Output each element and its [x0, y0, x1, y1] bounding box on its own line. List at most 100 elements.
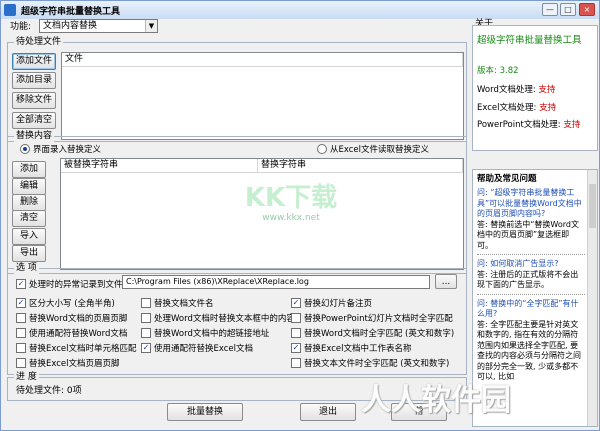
- function-select[interactable]: 文档内容替换 ▼: [39, 19, 158, 33]
- options-group: 选 项 ✓ 处理时的异常记录到文件: C:\Program Files (x86…: [7, 263, 467, 375]
- main-panel: 功能: 文档内容替换 ▼ 待处理文件 添加文件 添加目录 移除文件 全部清空 文…: [3, 19, 470, 429]
- option-ppt-whole-word[interactable]: 替换PowerPoint幻灯片文档时全字匹配: [291, 312, 453, 324]
- help-button[interactable]: 帮: [391, 403, 447, 421]
- help-scrollbar-thumb[interactable]: [589, 184, 596, 228]
- radio-selected-icon: [20, 144, 30, 154]
- browse-log-button[interactable]: ...: [435, 274, 457, 289]
- help-title: 帮助及常见问题: [477, 174, 537, 184]
- progress-group-title: 进 度: [14, 372, 39, 383]
- error-log-label: 处理时的异常记录到文件:: [29, 280, 126, 290]
- add-file-button[interactable]: 添加文件: [12, 53, 56, 70]
- help-item: 问: “超级字符串批量替换工具”可以批量替换Word文档中的页眉页脚内容吗? 答…: [477, 188, 585, 251]
- edit-rule-button[interactable]: 编辑: [12, 178, 46, 195]
- checkmark-icon: ✓: [16, 279, 26, 289]
- option-label: 替换Word文档中的超链接地址: [154, 329, 270, 339]
- add-rule-button[interactable]: 添加: [12, 161, 46, 178]
- option-slide-notes[interactable]: ✓ 替换幻灯片备注页: [291, 297, 372, 309]
- about-app-name: 超级字符串批量替换工具: [477, 35, 582, 46]
- remove-file-button[interactable]: 移除文件: [12, 92, 56, 109]
- window-title: 超级字符串批量替换工具: [21, 6, 121, 17]
- radio-excel-label: 从Excel文件读取替换定义: [330, 145, 430, 155]
- progress-group: 进 度 待处理文件: 0项: [7, 372, 467, 401]
- about-version: 版本: 3.82: [477, 66, 519, 77]
- checkbox-icon: [141, 298, 151, 308]
- radio-ui-label: 界面录入替换定义: [33, 145, 102, 155]
- option-label: 替换Excel文档中工作表名称: [304, 344, 412, 354]
- error-log-path-input[interactable]: C:\Program Files (x86)\XReplace\XReplace…: [122, 275, 430, 289]
- error-log-checkbox[interactable]: ✓ 处理时的异常记录到文件:: [16, 278, 125, 290]
- checkbox-icon: [16, 343, 26, 353]
- help-scrollbar[interactable]: [587, 170, 597, 426]
- excel-support-value: 支持: [539, 103, 557, 113]
- option-excel-header-footer[interactable]: 替换Excel文档页眉页脚: [16, 357, 120, 369]
- checkmark-icon: ✓: [141, 343, 151, 353]
- option-excel-wildcard[interactable]: ✓ 使用通配符替换Excel文档: [141, 342, 253, 354]
- files-group-title: 待处理文件: [14, 37, 64, 48]
- ppt-support-label: PowerPoint文档处理:: [477, 120, 564, 130]
- close-button[interactable]: ×: [579, 3, 595, 16]
- checkmark-icon: ✓: [291, 343, 301, 353]
- option-label: 区分大小写 (全角半角): [29, 299, 115, 309]
- checkbox-icon: [16, 313, 26, 323]
- ppt-support-value: 支持: [563, 120, 581, 130]
- chevron-down-icon[interactable]: ▼: [145, 20, 157, 32]
- checkbox-icon: [16, 358, 26, 368]
- checkbox-icon: [291, 313, 301, 323]
- export-rules-button[interactable]: 导出: [12, 245, 46, 262]
- radio-ui-definition[interactable]: 界面录入替换定义: [20, 143, 101, 155]
- title-bar[interactable]: 超级字符串批量替换工具 — □ ×: [1, 1, 599, 19]
- clear-all-button[interactable]: 全部清空: [12, 112, 56, 129]
- option-excel-sheet-name[interactable]: ✓ 替换Excel文档中工作表名称: [291, 342, 412, 354]
- help-question[interactable]: 问: 如何取消广告显示?: [477, 259, 585, 270]
- files-group: 待处理文件 添加文件 添加目录 移除文件 全部清空 文件: [7, 37, 467, 142]
- option-rename-files[interactable]: 替换文档文件名: [141, 297, 214, 309]
- search-string-column-header[interactable]: 被替换字符串: [61, 159, 258, 173]
- checkmark-icon: ✓: [16, 298, 26, 308]
- checkbox-icon: [291, 328, 301, 338]
- app-icon: [4, 4, 16, 16]
- delete-rule-button[interactable]: 删除: [12, 194, 46, 211]
- clear-rules-button[interactable]: 清空: [12, 210, 46, 227]
- option-word-header-footer[interactable]: 替换Word文档的页眉页脚: [16, 312, 127, 324]
- replace-group: 替换内容 界面录入替换定义 从Excel文件读取替换定义 添加 编辑 删除 清空…: [7, 131, 467, 274]
- pending-files-status: 待处理文件: 0项: [16, 386, 82, 396]
- option-label: 使用通配符替换Word文档: [29, 329, 128, 339]
- add-directory-button[interactable]: 添加目录: [12, 72, 56, 89]
- help-question[interactable]: 问: “超级字符串批量替换工具”可以批量替换Word文档中的页眉页脚内容吗?: [477, 188, 585, 220]
- exit-button[interactable]: 退出: [300, 403, 356, 421]
- import-rules-button[interactable]: 导入: [12, 228, 46, 245]
- option-word-hyperlink[interactable]: 替换Word文档中的超链接地址: [141, 327, 269, 339]
- option-word-wildcard[interactable]: 使用通配符替换Word文档: [16, 327, 127, 339]
- radio-unselected-icon: [317, 144, 327, 154]
- option-label: 替换Excel文档页眉页脚: [29, 359, 120, 369]
- help-answer: 答: 全字匹配主要是针对英文和数字的, 指在有效的分隔符范围内如果选择全字匹配,…: [477, 319, 581, 382]
- help-answer: 答: 替换前选中“替换Word文档中的页眉页脚”复选框即可。: [477, 219, 579, 250]
- replace-group-title: 替换内容: [14, 131, 55, 142]
- word-support-label: Word文档处理:: [477, 85, 539, 95]
- radio-excel-definition[interactable]: 从Excel文件读取替换定义: [317, 143, 429, 155]
- options-group-title: 选 项: [14, 263, 39, 274]
- option-word-textbox[interactable]: 处理Word文档时替换文本框中的内容: [141, 312, 295, 324]
- maximize-button[interactable]: □: [560, 3, 576, 16]
- help-question[interactable]: 问: 替换中的“全字匹配”有什么用?: [477, 299, 585, 320]
- option-word-whole-word[interactable]: 替换Word文档时全字匹配 (英文和数字): [291, 327, 454, 339]
- app-window: 超级字符串批量替换工具 — □ × 功能: 文档内容替换 ▼ 待处理文件 添加文…: [0, 0, 600, 431]
- option-case-sensitive[interactable]: ✓ 区分大小写 (全角半角): [16, 297, 115, 309]
- option-label: 替换Excel文档时单元格匹配: [29, 344, 137, 354]
- version-value: 3.82: [499, 66, 519, 76]
- file-column-header[interactable]: 文件: [62, 53, 463, 67]
- file-list[interactable]: 文件: [61, 52, 464, 140]
- option-text-whole-word[interactable]: 替换文本文件时全字匹配 (英文和数字): [291, 357, 449, 369]
- batch-replace-button[interactable]: 批量替换: [167, 403, 243, 421]
- minimize-button[interactable]: —: [542, 3, 558, 16]
- option-label: 替换幻灯片备注页: [304, 299, 373, 309]
- help-panel[interactable]: 帮助及常见问题 问: “超级字符串批量替换工具”可以批量替换Word文档中的页眉…: [472, 169, 598, 427]
- replace-rules-list[interactable]: 被替换字符串 替换字符串: [60, 158, 464, 270]
- checkbox-icon: [16, 328, 26, 338]
- error-log-path-value: C:\Program Files (x86)\XReplace\XReplace…: [126, 277, 309, 286]
- option-label: 替换Word文档时全字匹配 (英文和数字): [304, 329, 455, 339]
- replace-string-column-header[interactable]: 替换字符串: [258, 159, 463, 173]
- version-label: 版本:: [477, 66, 500, 76]
- option-label: 替换文档文件名: [154, 299, 214, 309]
- option-excel-cell-match[interactable]: 替换Excel文档时单元格匹配: [16, 342, 137, 354]
